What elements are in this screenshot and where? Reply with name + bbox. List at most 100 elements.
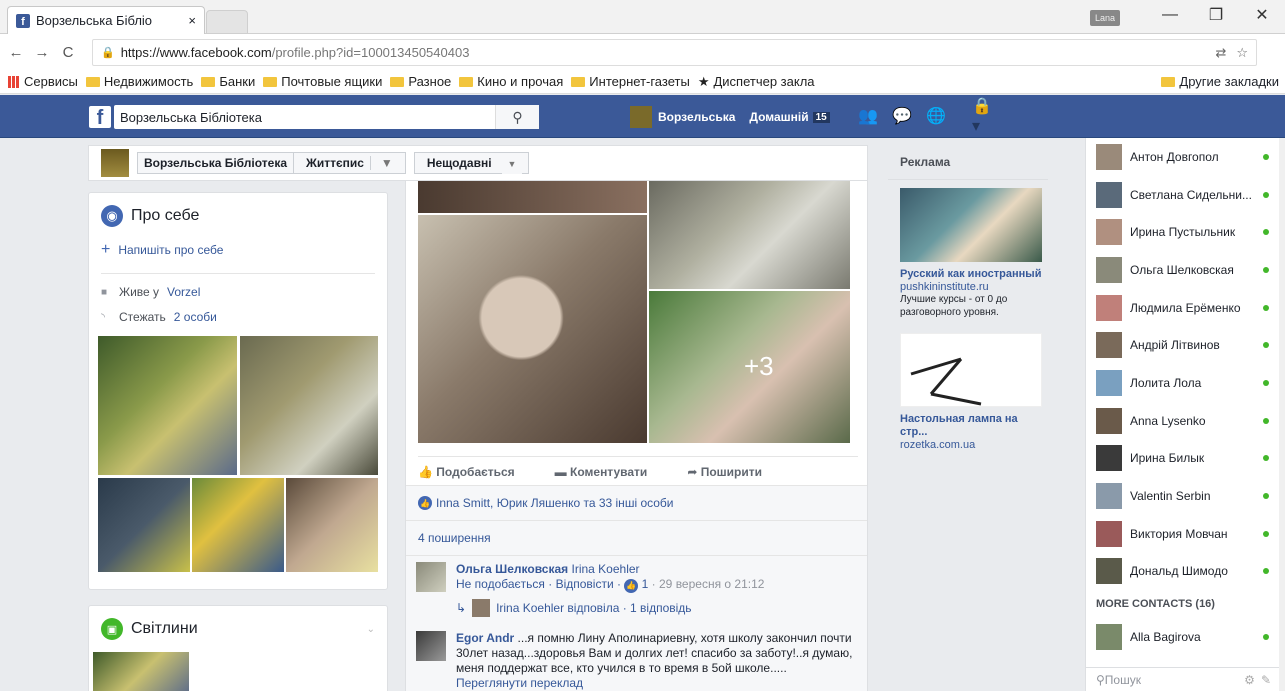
- lives-place-link[interactable]: Vorzel: [167, 285, 200, 299]
- bookmark-folder[interactable]: Банки: [201, 74, 255, 89]
- chat-contact[interactable]: Anna Lysenko: [1086, 402, 1285, 440]
- comment-button[interactable]: ▬ Коментувати: [555, 465, 648, 479]
- post-photo[interactable]: [649, 181, 850, 289]
- bookmark-star[interactable]: ★ Диспетчер закла: [698, 74, 815, 90]
- bookmark-folder[interactable]: Разное: [390, 74, 451, 89]
- bookmark-folder[interactable]: Недвижимость: [85, 74, 193, 89]
- ad-domain[interactable]: rozetka.com.ua: [900, 439, 1048, 451]
- chat-search-input[interactable]: ⚲ Пошук ⚙✎: [1086, 667, 1285, 691]
- avatar[interactable]: [416, 562, 446, 592]
- more-contacts-header: MORE CONTACTS (16): [1096, 598, 1215, 611]
- other-bookmarks[interactable]: Другие закладки: [1161, 74, 1279, 89]
- photo-tile[interactable]: [98, 478, 190, 572]
- timeline-dropdown[interactable]: Життєпис ▼: [294, 153, 405, 173]
- tab-title: Ворзельська Бібліо: [36, 13, 153, 28]
- bookmark-folder[interactable]: Кино и прочая: [459, 74, 563, 89]
- gear-icon[interactable]: ⚙: [1244, 673, 1261, 687]
- chat-contact[interactable]: Андрій Літвинов: [1086, 326, 1285, 364]
- comment-author[interactable]: Ольга Шелковская: [456, 562, 568, 576]
- chat-contact[interactable]: Ольга Шелковская: [1086, 251, 1285, 289]
- like-button[interactable]: 👍 Подобається: [418, 465, 515, 479]
- comment-actions[interactable]: Не подобається · Відповісти ·: [456, 577, 624, 591]
- facebook-logo-icon[interactable]: f: [89, 106, 111, 128]
- followers-link[interactable]: 2 особи: [174, 310, 217, 324]
- chat-contact[interactable]: Дональд Шимодо: [1086, 553, 1285, 591]
- maximize-icon[interactable]: ❐: [1193, 5, 1239, 25]
- chat-contact[interactable]: Виктория Мовчан: [1086, 515, 1285, 553]
- avatar[interactable]: [630, 106, 652, 128]
- avatar[interactable]: [416, 630, 446, 661]
- notifications-icon[interactable]: 🌐: [926, 108, 946, 125]
- chat-contact[interactable]: Людмила Ерёменко: [1086, 289, 1285, 327]
- tab-close-icon[interactable]: ×: [188, 13, 196, 28]
- browser-tab[interactable]: f Ворзельська Бібліо ×: [7, 6, 205, 34]
- photo-tile[interactable]: [98, 336, 237, 475]
- photo-tile[interactable]: [192, 478, 284, 572]
- ad-image[interactable]: [900, 333, 1042, 407]
- bookmark-folder[interactable]: Интернет-газеты: [571, 74, 690, 89]
- messages-icon[interactable]: 💬: [892, 108, 912, 125]
- comment-time[interactable]: · 29 вересня о 21:12: [648, 577, 765, 591]
- photo-tile[interactable]: [240, 336, 378, 475]
- minimize-icon[interactable]: —: [1147, 6, 1193, 24]
- facebook-favicon-icon: f: [16, 13, 30, 28]
- search-input[interactable]: Ворзельська Бібліотека ⚲: [114, 105, 539, 129]
- close-window-icon[interactable]: ✕: [1239, 5, 1285, 25]
- post-photo[interactable]: [418, 215, 647, 443]
- home-count-badge: 15: [812, 111, 830, 123]
- home-link[interactable]: Домашній: [749, 110, 808, 124]
- forward-icon[interactable]: →: [32, 44, 52, 61]
- scrollbar[interactable]: [1279, 138, 1285, 691]
- avatar: [1096, 369, 1122, 396]
- reply-link[interactable]: ↳ Irina Koehler відповіла · 1 відповідь: [406, 593, 867, 617]
- apps-icon: [8, 75, 20, 88]
- comment-author[interactable]: Egor Andr: [456, 631, 514, 645]
- profile-badge[interactable]: Lana: [1090, 10, 1120, 26]
- chat-contact[interactable]: Светлана Сидельни...: [1086, 176, 1285, 214]
- compose-icon[interactable]: ✎: [1261, 673, 1277, 687]
- photo-tile[interactable]: [93, 652, 189, 691]
- share-button[interactable]: ➦ Поширити: [687, 465, 762, 479]
- search-icon[interactable]: ⚲: [495, 105, 539, 129]
- comment-tag[interactable]: Irina Koehler: [572, 562, 640, 576]
- ad-image[interactable]: [900, 188, 1042, 262]
- breadcrumb-name[interactable]: Ворзельська Бібліотека: [138, 153, 295, 173]
- online-dot: [1263, 342, 1269, 349]
- bookmark-apps[interactable]: Сервисы: [8, 74, 78, 89]
- chat-contact[interactable]: Лолита Лола: [1086, 364, 1285, 402]
- chat-contact[interactable]: Valentin Serbin: [1086, 477, 1285, 515]
- friend-requests-icon[interactable]: 👥: [858, 108, 878, 125]
- folder-icon: [85, 76, 100, 87]
- profile-link[interactable]: Ворзельська: [658, 110, 735, 124]
- reload-icon[interactable]: C: [58, 44, 78, 61]
- bookmark-folder[interactable]: Почтовые ящики: [263, 74, 382, 89]
- post-photo[interactable]: [418, 181, 647, 213]
- recent-dropdown[interactable]: Нещодавні ▼: [413, 152, 530, 174]
- post-photo[interactable]: +3: [649, 291, 850, 443]
- new-tab-button[interactable]: [206, 10, 248, 34]
- translate-link[interactable]: Переглянути переклад: [456, 676, 855, 691]
- url-input[interactable]: 🔒 https://www.facebook.com/profile.php?i…: [92, 39, 1257, 66]
- avatar: [1096, 445, 1122, 472]
- add-about-link[interactable]: + Напишіть про себе: [101, 241, 375, 274]
- profile-thumbnail[interactable]: [101, 149, 129, 177]
- photos-title[interactable]: Світлини: [131, 620, 198, 638]
- chat-contact[interactable]: Ирина Пустыльник: [1086, 213, 1285, 251]
- chat-contact[interactable]: Ирина Билык: [1086, 440, 1285, 478]
- ad-domain[interactable]: pushkininstitute.ru: [900, 281, 1048, 293]
- breadcrumb: Ворзельська Бібліотека Життєпис ▼: [137, 152, 406, 174]
- chat-contact[interactable]: Антон Довгопол: [1086, 138, 1285, 176]
- bookmark-star-icon[interactable]: ☆: [1236, 45, 1248, 61]
- chat-contact[interactable]: Alla Bagirova: [1086, 618, 1285, 656]
- ad-title[interactable]: Настольная лампа на стр...: [900, 413, 1048, 439]
- chevron-down-icon[interactable]: ⌄: [367, 624, 375, 635]
- shares-count[interactable]: 4 поширення: [406, 521, 867, 556]
- reactions-summary[interactable]: 👍 Inna Smitt, Юрик Ляшенко та 33 інші осо…: [406, 486, 867, 521]
- ad-title[interactable]: Русский как иностранный: [900, 268, 1048, 281]
- settings-menu-icon[interactable]: 🔒▾: [972, 98, 992, 135]
- photo-tile[interactable]: [286, 478, 378, 572]
- avatar: [1096, 143, 1122, 170]
- avatar: [1096, 294, 1122, 321]
- translate-icon[interactable]: ⇄: [1215, 45, 1226, 61]
- back-icon[interactable]: ←: [6, 44, 26, 61]
